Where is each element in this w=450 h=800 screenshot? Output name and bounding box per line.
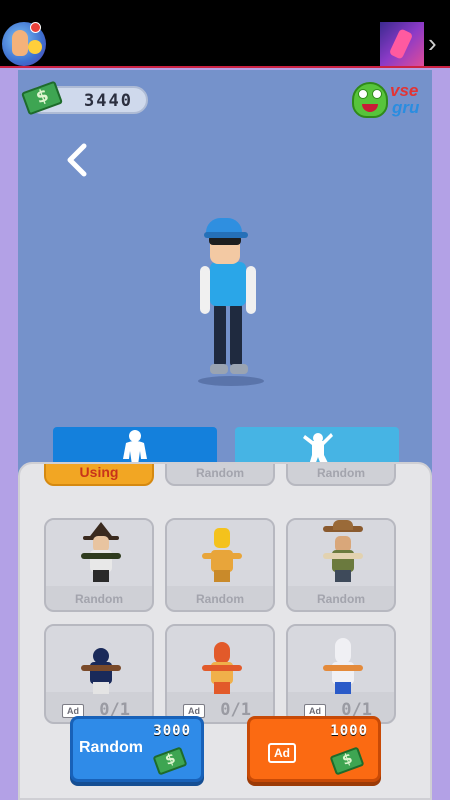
random-label: Random	[317, 466, 365, 480]
notification-badge	[30, 22, 41, 33]
back-button[interactable]	[64, 142, 94, 178]
skin-card-football[interactable]: Ad 0/1	[44, 624, 154, 724]
random-label: Random	[196, 592, 244, 606]
frog-logo-icon	[352, 82, 388, 118]
hotdog-skin-preview	[167, 626, 273, 694]
skin-card-wizard[interactable]: Random	[44, 518, 154, 612]
logo-text-bottom: gru	[392, 98, 420, 117]
skin-card-locked[interactable]: Random	[286, 464, 396, 486]
watch-ad-button[interactable]: Ad 1000	[247, 716, 381, 782]
skin-card-locked[interactable]: Random	[165, 464, 275, 486]
tab-emotes[interactable]	[235, 427, 399, 467]
person-silhouette-icon	[123, 430, 147, 465]
skin-card-current[interactable]: Using	[44, 464, 154, 486]
skin-shop-panel[interactable]: Using Random Random Random Random Random…	[18, 462, 432, 800]
skin-card-hotdog[interactable]: Ad 0/1	[165, 624, 275, 724]
random-skin-button[interactable]: Random 3000	[70, 716, 204, 782]
cash-icon	[152, 746, 188, 776]
chevron-right-icon[interactable]: ›	[428, 28, 437, 58]
vsegru-logo[interactable]: vse gru	[352, 80, 430, 120]
character-preview[interactable]	[196, 218, 266, 383]
using-label: Using	[79, 464, 119, 480]
money-amount: 3440	[84, 91, 133, 111]
random-button-label: Random	[79, 739, 143, 756]
robot-skin-preview	[288, 626, 394, 694]
money-counter: 3440	[20, 80, 148, 116]
chevron-left-icon	[67, 143, 87, 177]
skin-card-luchador[interactable]: Random	[165, 518, 275, 612]
ad-reward-amount: 1000	[330, 723, 368, 739]
random-label: Random	[317, 592, 365, 606]
dance-pose-icon	[303, 433, 333, 465]
luchador-skin-preview	[167, 520, 273, 586]
random-label: Random	[75, 592, 123, 606]
game-area: 3440 vse gru	[18, 70, 432, 800]
football-skin-preview	[46, 626, 152, 694]
random-button-price: 3000	[153, 723, 191, 739]
wizard-skin-preview	[46, 520, 152, 586]
ad-thumbnail[interactable]	[380, 22, 424, 66]
video-ad-icon: Ad	[268, 743, 296, 763]
tab-outfits[interactable]	[53, 427, 217, 467]
cash-icon	[20, 80, 64, 116]
random-label: Random	[196, 466, 244, 480]
skin-card-robot[interactable]: Ad 0/1	[286, 624, 396, 724]
ad-progress: 0/1	[220, 700, 251, 720]
cowboy-skin-preview	[288, 520, 394, 586]
screen: › 3440 vse gru	[0, 0, 450, 800]
ad-banner[interactable]: ›	[0, 0, 450, 68]
skin-card-cowboy[interactable]: Random	[286, 518, 396, 612]
cash-icon	[329, 746, 365, 776]
